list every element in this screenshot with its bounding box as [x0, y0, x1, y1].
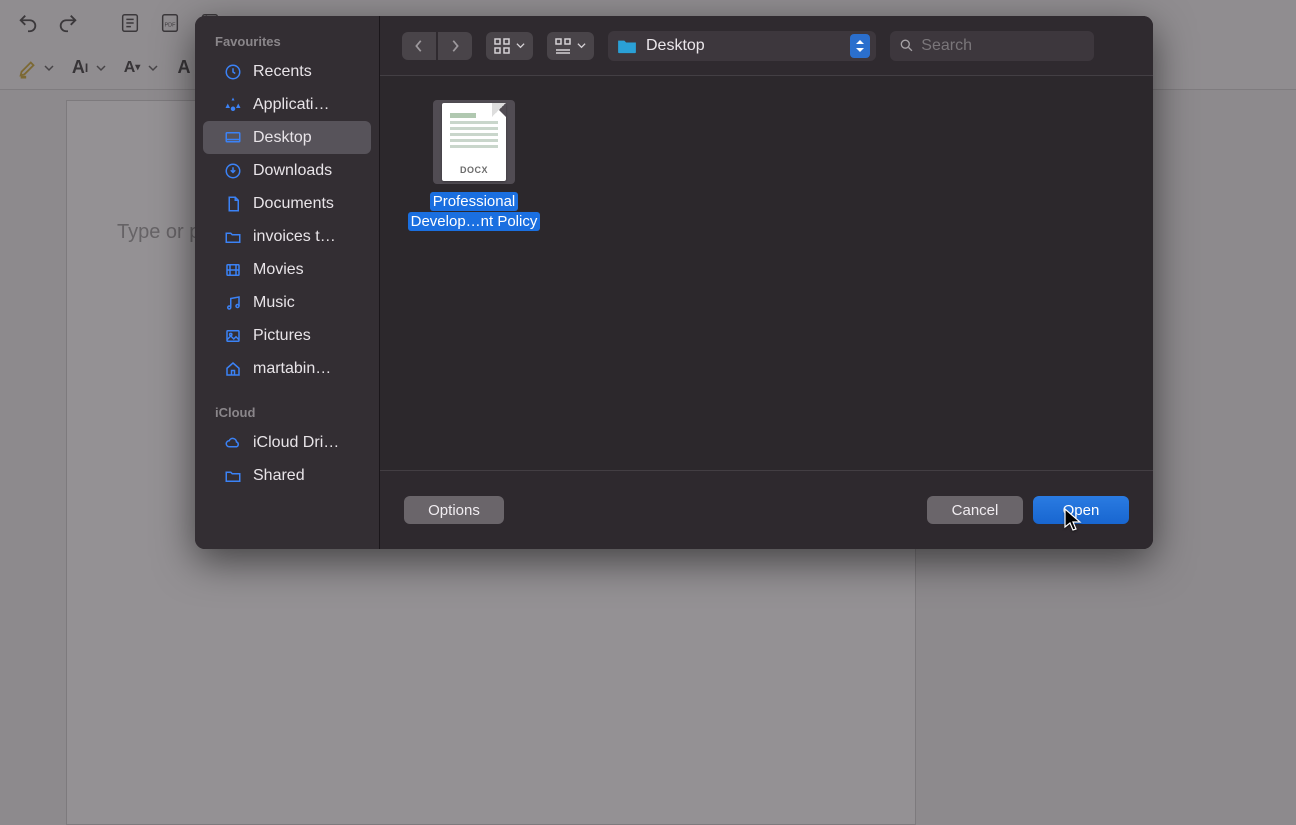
sidebar-item-applications[interactable]: Applicati… — [203, 88, 371, 121]
sidebar-item-home[interactable]: martabin… — [203, 352, 371, 385]
cloud-icon — [223, 433, 243, 453]
chevron-down-icon — [577, 41, 586, 50]
cancel-button[interactable]: Cancel — [927, 496, 1023, 524]
chevron-down-icon — [516, 41, 525, 50]
search-field[interactable] — [890, 31, 1094, 61]
updown-icon — [850, 34, 870, 58]
sidebar-section-icloud: iCloud — [195, 397, 379, 426]
options-button[interactable]: Options — [404, 496, 504, 524]
sidebar-item-recents[interactable]: Recents — [203, 55, 371, 88]
docx-icon: DOCX — [442, 103, 506, 181]
nav-back-button[interactable] — [402, 32, 436, 60]
dialog-sidebar: Favourites Recents Applicati… Desktop Do… — [195, 16, 380, 549]
sidebar-item-icloud-drive[interactable]: iCloud Dri… — [203, 426, 371, 459]
apps-icon — [223, 95, 243, 115]
sidebar-item-documents[interactable]: Documents — [203, 187, 371, 220]
sidebar-section-favourites: Favourites — [195, 26, 379, 55]
file-label: Professional Develop…nt Policy — [408, 192, 541, 232]
movies-icon — [223, 260, 243, 280]
sidebar-item-pictures[interactable]: Pictures — [203, 319, 371, 352]
folder-icon — [223, 227, 243, 247]
search-icon — [900, 38, 913, 53]
sidebar-item-downloads[interactable]: Downloads — [203, 154, 371, 187]
group-mode-button[interactable] — [547, 32, 594, 60]
desktop-icon — [223, 128, 243, 148]
folder-icon — [616, 38, 638, 54]
search-input[interactable] — [921, 37, 1084, 55]
sidebar-item-shared[interactable]: Shared — [203, 459, 371, 492]
downloads-icon — [223, 161, 243, 181]
dialog-topbar: Desktop — [380, 16, 1153, 76]
sidebar-item-music[interactable]: Music — [203, 286, 371, 319]
location-label: Desktop — [646, 37, 842, 55]
dialog-footer: Options Cancel Open — [380, 471, 1153, 549]
music-icon — [223, 293, 243, 313]
grid-lines-icon — [555, 38, 571, 54]
chevron-left-icon — [414, 39, 424, 53]
chevron-right-icon — [450, 39, 460, 53]
sidebar-item-desktop[interactable]: Desktop — [203, 121, 371, 154]
home-icon — [223, 359, 243, 379]
clock-icon — [223, 62, 243, 82]
open-button[interactable]: Open — [1033, 496, 1129, 524]
file-grid[interactable]: DOCX Professional Develop…nt Policy — [380, 76, 1153, 471]
open-file-dialog: Favourites Recents Applicati… Desktop Do… — [195, 16, 1153, 549]
location-popup[interactable]: Desktop — [608, 31, 876, 61]
documents-icon — [223, 194, 243, 214]
view-mode-button[interactable] — [486, 32, 533, 60]
pictures-icon — [223, 326, 243, 346]
nav-forward-button[interactable] — [438, 32, 472, 60]
file-item[interactable]: DOCX Professional Develop…nt Policy — [404, 100, 544, 232]
sidebar-item-invoices[interactable]: invoices t… — [203, 220, 371, 253]
file-thumbnail: DOCX — [433, 100, 515, 184]
shared-folder-icon — [223, 466, 243, 486]
sidebar-item-movies[interactable]: Movies — [203, 253, 371, 286]
grid-icon — [494, 38, 510, 54]
